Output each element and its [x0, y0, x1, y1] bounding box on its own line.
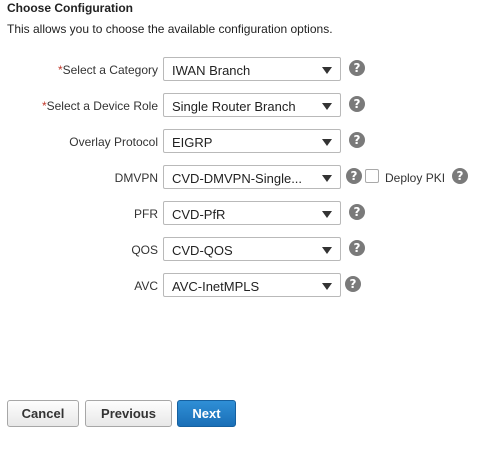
- question-circle-icon[interactable]: ?: [349, 60, 365, 76]
- field-row-category: *Select a Category IWAN Branch ?: [0, 57, 487, 83]
- category-select[interactable]: IWAN Branch: [163, 57, 341, 81]
- field-label-qos: QOS: [131, 243, 158, 257]
- field-label-pfr: PFR: [134, 207, 158, 221]
- avc-select[interactable]: AVC-InetMPLS: [163, 273, 341, 297]
- caret-down-icon: [322, 211, 332, 218]
- caret-down-icon: [322, 247, 332, 254]
- dmvpn-select-value: CVD-DMVPN-Single...: [172, 171, 303, 186]
- qos-select[interactable]: CVD-QOS: [163, 237, 341, 261]
- field-label-device-role: *Select a Device Role: [41, 99, 158, 113]
- choose-configuration-page: Choose Configuration This allows you to …: [0, 0, 487, 455]
- caret-down-icon: [322, 103, 332, 110]
- device-role-select-value: Single Router Branch: [172, 99, 296, 114]
- question-circle-icon[interactable]: ?: [349, 204, 365, 220]
- question-circle-icon[interactable]: ?: [345, 276, 361, 292]
- page-description: This allows you to choose the available …: [7, 22, 333, 36]
- caret-down-icon: [322, 175, 332, 182]
- caret-down-icon: [322, 283, 332, 290]
- overlay-protocol-select-value: EIGRP: [172, 135, 213, 150]
- field-row-device-role: *Select a Device Role Single Router Bran…: [0, 93, 487, 119]
- dmvpn-select[interactable]: CVD-DMVPN-Single...: [163, 165, 341, 189]
- pfr-select-value: CVD-PfR: [172, 207, 226, 222]
- avc-select-value: AVC-InetMPLS: [172, 279, 260, 294]
- next-button[interactable]: Next: [177, 400, 236, 427]
- qos-select-value: CVD-QOS: [172, 243, 233, 258]
- field-row-overlay-protocol: Overlay Protocol EIGRP ?: [0, 129, 487, 155]
- field-row-qos: QOS CVD-QOS ?: [0, 237, 487, 263]
- device-role-select[interactable]: Single Router Branch: [163, 93, 341, 117]
- question-circle-icon[interactable]: ?: [452, 168, 468, 184]
- pfr-select[interactable]: CVD-PfR: [163, 201, 341, 225]
- field-row-avc: AVC AVC-InetMPLS ?: [0, 273, 487, 299]
- question-circle-icon[interactable]: ?: [349, 96, 365, 112]
- field-label-avc: AVC: [134, 279, 158, 293]
- field-row-dmvpn: DMVPN CVD-DMVPN-Single... ? Deploy PKI ?: [0, 165, 487, 191]
- cancel-button[interactable]: Cancel: [7, 400, 79, 427]
- caret-down-icon: [322, 67, 332, 74]
- deploy-pki-checkbox[interactable]: [365, 169, 379, 183]
- field-label-dmvpn: DMVPN: [114, 171, 158, 185]
- field-row-pfr: PFR CVD-PfR ?: [0, 201, 487, 227]
- previous-button[interactable]: Previous: [85, 400, 172, 427]
- question-circle-icon[interactable]: ?: [349, 240, 365, 256]
- question-circle-icon[interactable]: ?: [349, 132, 365, 148]
- page-title: Choose Configuration: [7, 1, 133, 15]
- deploy-pki-label[interactable]: Deploy PKI: [385, 171, 445, 185]
- caret-down-icon: [322, 139, 332, 146]
- category-select-value: IWAN Branch: [172, 63, 251, 78]
- field-label-overlay-protocol: Overlay Protocol: [69, 135, 158, 149]
- field-label-category: *Select a Category: [57, 63, 158, 77]
- overlay-protocol-select[interactable]: EIGRP: [163, 129, 341, 153]
- question-circle-icon[interactable]: ?: [346, 168, 362, 184]
